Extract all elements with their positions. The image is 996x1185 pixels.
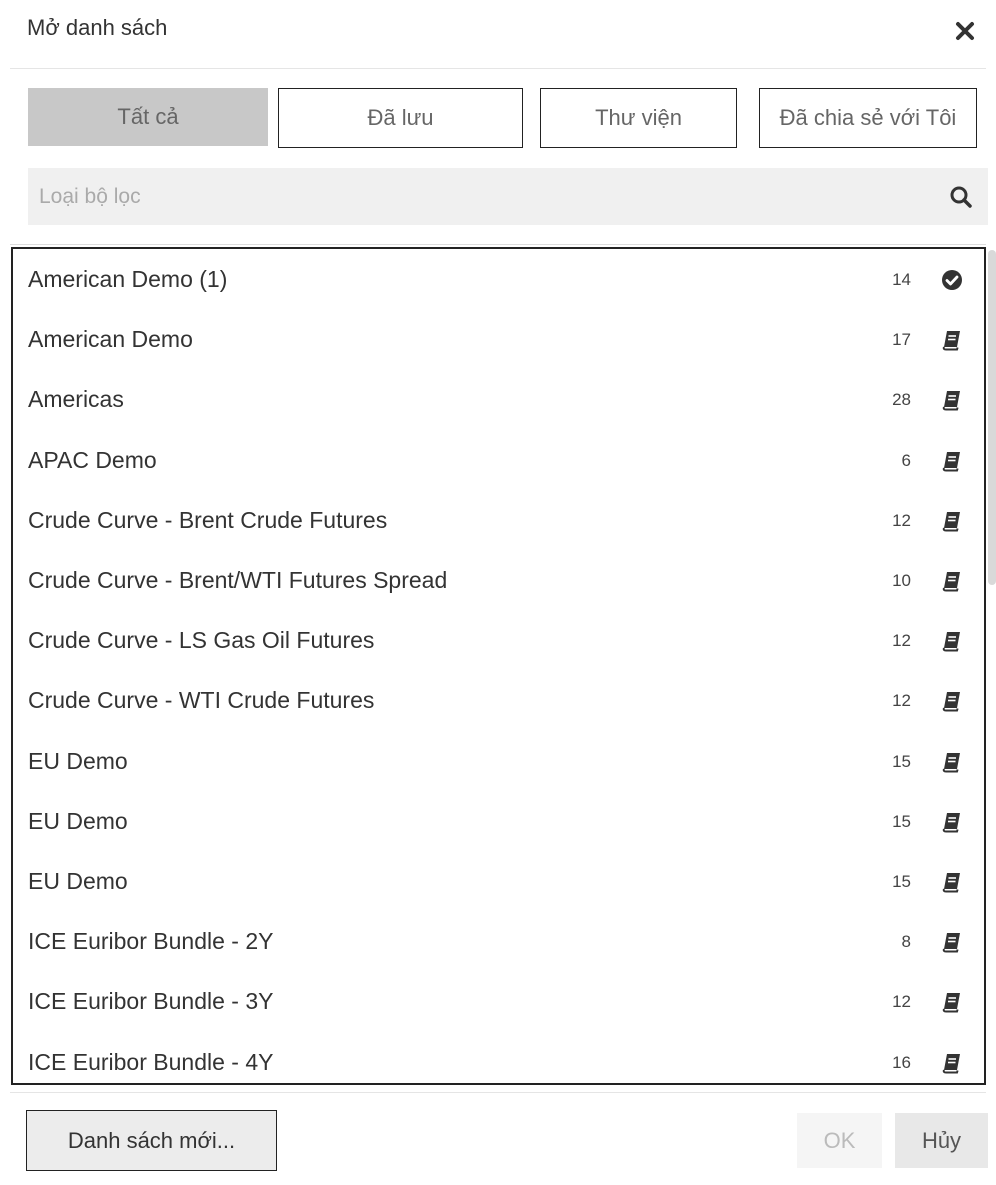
list-item-name: APAC Demo [28, 446, 157, 473]
book-icon [940, 1051, 964, 1075]
scrollbar[interactable] [988, 250, 996, 585]
list-item[interactable]: American Demo (1) 14 [13, 250, 984, 310]
list-item-name: EU Demo [28, 747, 128, 774]
tab-library[interactable]: Thư viện [540, 88, 737, 148]
list-item-count: 16 [892, 1052, 911, 1072]
list-item-count: 12 [892, 510, 911, 530]
list-item-name: Americas [28, 386, 124, 413]
list-item[interactable]: ICE Euribor Bundle - 2Y 8 [13, 912, 984, 972]
search-bar [28, 168, 988, 225]
book-icon [940, 930, 964, 954]
list-item-count: 14 [892, 270, 911, 289]
list-item-name: American Demo (1) [28, 266, 228, 292]
book-icon [940, 569, 964, 593]
search-input[interactable] [28, 168, 928, 225]
list-item[interactable]: Crude Curve - Brent/WTI Futures Spread 10 [13, 551, 984, 611]
tab-saved[interactable]: Đã lưu [278, 88, 523, 148]
list-item-name: Crude Curve - LS Gas Oil Futures [28, 627, 375, 654]
book-icon [940, 328, 964, 352]
list-item[interactable]: EU Demo 15 [13, 792, 984, 852]
list-item[interactable]: ICE Euribor Bundle - 4Y 16 [13, 1033, 984, 1083]
list-item-name: ICE Euribor Bundle - 2Y [28, 928, 274, 955]
list-item-count: 15 [892, 811, 911, 831]
list-item-count: 17 [892, 330, 911, 350]
list-item-name: EU Demo [28, 868, 128, 894]
divider [10, 244, 986, 245]
book-icon [940, 990, 964, 1014]
list-item-count: 10 [892, 571, 911, 590]
list-item-count: 6 [901, 450, 911, 470]
dialog-title: Mở danh sách [27, 15, 168, 40]
book-icon [940, 750, 964, 774]
cancel-button[interactable]: Hủy [895, 1113, 988, 1168]
tab-all[interactable]: Tất cả [28, 88, 268, 146]
list-item-name: Crude Curve - WTI Crude Futures [28, 687, 375, 714]
list-item-count: 12 [892, 992, 911, 1012]
list-item[interactable]: Crude Curve - WTI Crude Futures 12 [13, 671, 984, 731]
check-circle-icon [940, 268, 964, 292]
book-icon [940, 388, 964, 412]
list-item[interactable]: Americas 28 [13, 370, 984, 430]
list-container: American Demo (1) 14 American Demo 17 Americ… [11, 247, 986, 1085]
list-item-name: Crude Curve - Brent Crude Futures [28, 506, 388, 533]
list-item[interactable]: EU Demo 15 [13, 852, 984, 912]
list-item-count: 28 [892, 390, 911, 410]
search-icon[interactable] [948, 184, 974, 210]
book-icon [940, 810, 964, 834]
book-icon [940, 449, 964, 473]
list-item-name: EU Demo [28, 807, 128, 834]
list-item[interactable]: APAC Demo 6 [13, 431, 984, 491]
book-icon [940, 509, 964, 533]
list-item-name: American Demo [28, 326, 193, 353]
list-item[interactable]: EU Demo 15 [13, 732, 984, 792]
list-item-count: 15 [892, 751, 911, 771]
list-item-name: ICE Euribor Bundle - 4Y [28, 1048, 274, 1075]
ok-button[interactable]: OK [797, 1113, 882, 1168]
list-item[interactable]: American Demo 17 [13, 310, 984, 370]
list-item-name: Crude Curve - Brent/WTI Futures Spread [28, 567, 448, 593]
list-item[interactable]: Crude Curve - LS Gas Oil Futures 12 [13, 611, 984, 671]
book-icon [940, 870, 964, 894]
list-item[interactable]: ICE Euribor Bundle - 3Y 12 [13, 972, 984, 1032]
book-icon [940, 629, 964, 653]
book-icon [940, 689, 964, 713]
divider [10, 1092, 986, 1093]
list-item-count: 12 [892, 691, 911, 711]
list-item-name: ICE Euribor Bundle - 3Y [28, 988, 274, 1015]
close-icon[interactable] [952, 18, 978, 44]
tab-bar: Tất cả Đã lưu Thư viện Đã chia sẻ với Tô… [28, 88, 986, 150]
list-item[interactable]: Crude Curve - Brent Crude Futures 12 [13, 491, 984, 551]
list-item-count: 12 [892, 631, 911, 651]
tab-shared-with-me[interactable]: Đã chia sẻ với Tôi [759, 88, 977, 148]
dialog-header: Mở danh sách [10, 0, 986, 69]
new-list-button[interactable]: Danh sách mới... [26, 1110, 277, 1171]
list-item-count: 8 [901, 932, 911, 952]
list-item-count: 15 [892, 872, 911, 891]
